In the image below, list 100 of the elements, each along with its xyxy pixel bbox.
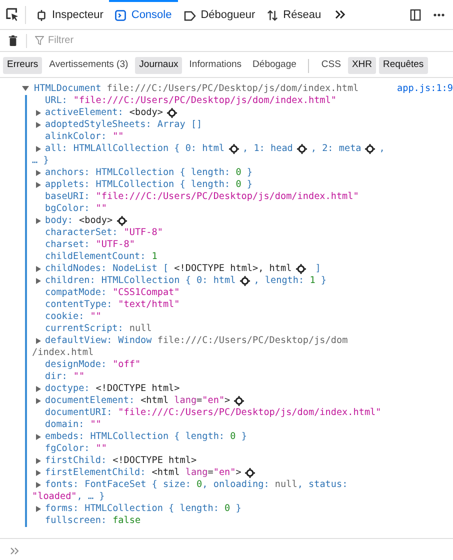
property-key: applets:	[45, 179, 90, 191]
filter-toggle[interactable]: Avertissements (3)	[45, 57, 132, 74]
expand-arrow-icon[interactable]	[36, 182, 41, 188]
property-value: , length: 1 }	[254, 275, 327, 287]
expand-arrow-icon[interactable]	[36, 338, 41, 344]
property-value: <body>	[79, 215, 113, 227]
property-value: ""	[73, 371, 85, 383]
filter-toggle[interactable]: Informations	[185, 57, 246, 74]
property-value: "UTF-8"	[96, 239, 135, 251]
target-icon[interactable]	[116, 216, 127, 226]
target-icon[interactable]	[245, 468, 256, 478]
property-value: <!DOCTYPE html>	[96, 383, 180, 395]
property-value: /index.html	[32, 347, 94, 359]
expand-arrow-icon[interactable]	[36, 266, 41, 272]
filter-field[interactable]: Filtrer	[48, 30, 453, 51]
dock-icon[interactable]	[410, 8, 421, 20]
chevron-icon[interactable]	[335, 10, 346, 19]
target-icon[interactable]	[365, 144, 376, 154]
expand-arrow-icon[interactable]	[36, 218, 41, 224]
box-icon	[36, 10, 47, 21]
property-key: dir:	[45, 371, 68, 383]
tab[interactable]: Débogueur	[178, 0, 262, 29]
property-value: ]	[314, 263, 321, 275]
property-key: embeds:	[45, 431, 84, 443]
property-key: defaultView:	[45, 335, 112, 347]
target-icon[interactable]	[234, 396, 244, 406]
property-value: NodeList [ <!DOCTYPE html>, html	[112, 263, 292, 275]
property-key: firstChild:	[45, 455, 107, 467]
target-icon[interactable]	[166, 108, 177, 118]
property-value: "loaded", … }	[32, 491, 105, 503]
expand-arrow-icon[interactable]	[36, 398, 41, 404]
property-value: ,	[379, 143, 385, 155]
property-value: 1	[152, 251, 158, 263]
expand-arrow-icon[interactable]	[36, 278, 41, 284]
expand-arrow-icon[interactable]	[36, 458, 41, 464]
property-value: "file:///C:/Users/PC/Desktop/js/dom/index.html"	[96, 191, 359, 203]
property-key: adoptedStyleSheets:	[45, 119, 152, 131]
filter-toggle[interactable]: Débogage	[248, 57, 300, 74]
source-link[interactable]: app.js:1:9	[397, 83, 453, 95]
tag-icon	[184, 10, 196, 20]
filter-icon	[35, 36, 44, 45]
property-value: "UTF-8"	[124, 227, 163, 239]
property-value: , 2: meta	[310, 143, 362, 155]
property-value: "text/html"	[118, 299, 180, 311]
tab[interactable]: Réseau	[261, 0, 328, 29]
property-value: ""	[90, 419, 102, 431]
property-value: <body>	[129, 107, 163, 119]
property-key: fullscreen:	[45, 515, 107, 527]
property-value: <html lang="en">	[152, 467, 242, 479]
up-down-arrows-icon	[267, 10, 278, 21]
property-value: Array []	[157, 119, 202, 131]
expand-arrow-icon[interactable]	[36, 482, 41, 488]
property-key: all:	[45, 143, 68, 155]
property-key: children:	[45, 275, 96, 287]
property-value: HTMLAllCollection { 0: html	[73, 143, 225, 155]
filter-toggle[interactable]: Journaux	[135, 57, 182, 74]
property-value: false	[112, 515, 141, 527]
property-key: fonts:	[45, 479, 79, 491]
property-value: , 1: head	[242, 143, 293, 155]
console-icon	[115, 10, 126, 21]
expand-arrow-icon[interactable]	[36, 122, 41, 128]
target-icon[interactable]	[296, 144, 307, 154]
property-key: domain:	[45, 419, 84, 431]
property-value: null	[129, 323, 152, 335]
more-icon[interactable]	[433, 12, 445, 16]
property-value: ""	[96, 203, 107, 215]
property-key: documentURI:	[45, 407, 112, 419]
expand-arrow-icon[interactable]	[36, 470, 41, 476]
filter-toggle[interactable]: Erreurs	[3, 57, 42, 74]
property-key: designMode:	[45, 359, 107, 371]
expand-arrow-icon[interactable]	[36, 506, 41, 512]
element-picker-icon[interactable]	[6, 8, 19, 21]
property-key: anchors:	[45, 167, 90, 179]
property-value: Window file:///C:/Users/PC/Desktop/js/dom	[118, 335, 348, 347]
property-value: FontFaceSet { size: 0, onloading: null, status:	[84, 479, 348, 491]
collapse-arrow-icon[interactable]	[22, 86, 29, 92]
target-icon[interactable]	[240, 276, 250, 286]
target-icon[interactable]	[296, 264, 306, 274]
expand-arrow-icon[interactable]	[36, 386, 41, 392]
property-key: contentType:	[45, 299, 112, 311]
expand-arrow-icon[interactable]	[36, 110, 41, 116]
target-icon[interactable]	[228, 144, 239, 154]
property-value: HTMLCollection { 0: html	[101, 275, 236, 287]
property-value: … }	[32, 155, 49, 167]
property-key: childNodes:	[45, 263, 107, 275]
filter-toggle[interactable]: CSS	[317, 57, 345, 74]
expand-arrow-icon[interactable]	[36, 434, 41, 440]
tab[interactable]: Inspecteur	[30, 0, 110, 29]
property-value: <html lang="en">	[140, 395, 230, 407]
property-value: HTMLCollection { length: 0 }	[96, 167, 253, 179]
expand-arrow-icon[interactable]	[36, 170, 41, 176]
property-value: HTMLCollection { length: 0 }	[96, 179, 253, 191]
filter-toggle[interactable]: Requêtes	[379, 57, 428, 74]
trash-icon[interactable]	[8, 34, 18, 46]
expand-arrow-icon[interactable]	[36, 146, 41, 152]
property-key: bgColor:	[45, 203, 90, 215]
property-value: "file:///C:/Users/PC/Desktop/js/dom/index.html"	[73, 95, 336, 107]
property-key: alinkColor:	[45, 131, 107, 143]
property-key: activeElement:	[45, 107, 124, 119]
filter-toggle[interactable]: XHR	[348, 57, 376, 74]
